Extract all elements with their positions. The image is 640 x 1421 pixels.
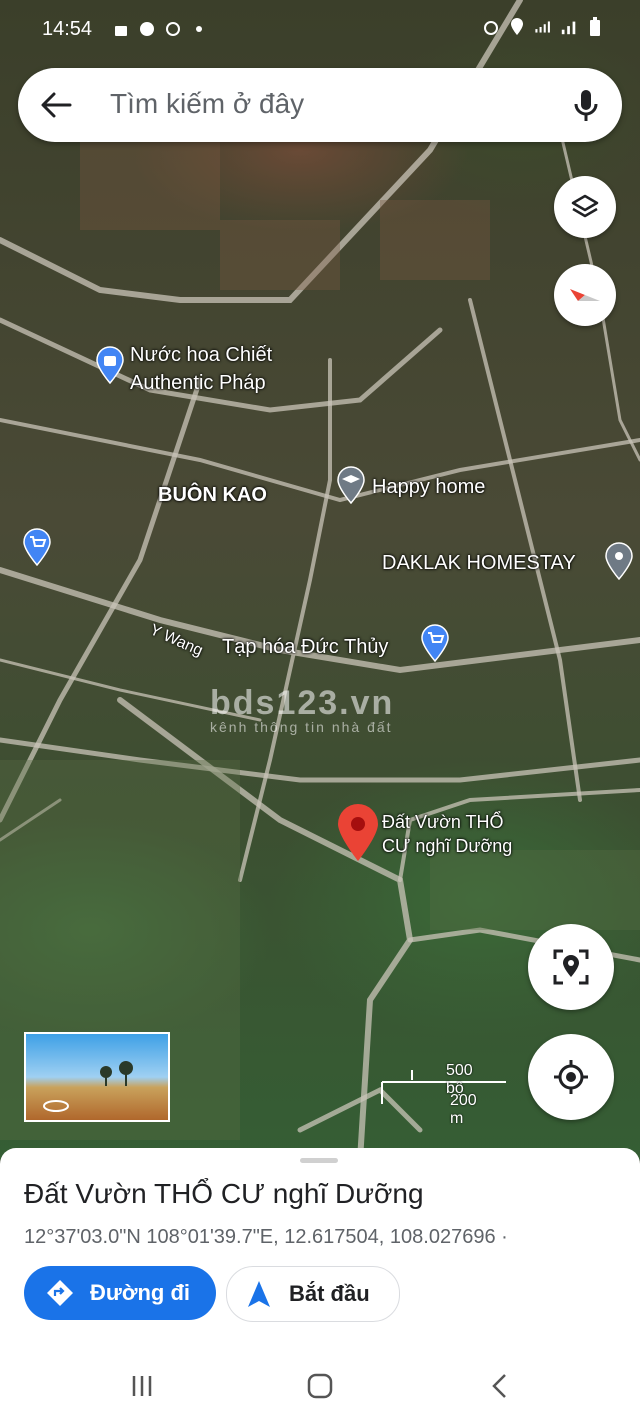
poi-label[interactable]: Nước hoa Chiết <box>130 344 272 367</box>
back-button[interactable] <box>480 1369 520 1403</box>
watermark-title: bds123.vn <box>210 684 395 722</box>
directions-icon <box>47 1280 73 1306</box>
pin-label[interactable]: Đất Vườn THỔ <box>382 812 504 833</box>
watermark: bds123.vn kênh thông tin nhà đất <box>210 684 394 735</box>
google-icon <box>164 20 182 38</box>
start-label: Bắt đầu <box>289 1281 370 1306</box>
signal-icon <box>560 18 578 36</box>
microphone-icon[interactable] <box>572 88 600 124</box>
panorama-icon <box>43 1061 133 1112</box>
pin-label[interactable]: CƯ nghĩ Dưỡng <box>382 836 512 857</box>
school-pin-icon[interactable] <box>336 466 366 504</box>
shopping-cart-pin-icon[interactable] <box>420 624 450 662</box>
watermark-subtitle: kênh thông tin nhà đất <box>210 719 393 735</box>
battery-icon <box>586 17 604 36</box>
place-title: Đất Vườn THỔ CƯ nghĩ Dưỡng <box>24 1178 424 1209</box>
street-view-thumbnail[interactable] <box>24 1032 170 1122</box>
start-button[interactable]: Bắt đầu <box>226 1266 400 1322</box>
drag-handle[interactable] <box>300 1158 338 1163</box>
area-label: BUÔN KAO <box>158 484 267 506</box>
compass-icon <box>570 289 600 301</box>
status-bar: 14:54 <box>0 0 640 62</box>
shopping-bag-pin-icon[interactable] <box>95 346 125 384</box>
navigation-arrow-icon <box>248 1281 270 1307</box>
poi-label[interactable]: Authentic Pháp <box>130 372 266 395</box>
poi-label[interactable]: DAKLAK HOMESTAY <box>382 552 576 575</box>
back-chevron-icon <box>492 1374 506 1398</box>
compass-button[interactable] <box>554 264 616 326</box>
search-bar[interactable]: Tìm kiếm ở đây <box>18 68 622 142</box>
search-input[interactable]: Tìm kiếm ở đây <box>110 88 304 120</box>
dot-icon <box>190 20 208 38</box>
alarm-icon <box>482 18 500 36</box>
crosshair-icon <box>554 1060 588 1094</box>
directions-button[interactable]: Đường đi <box>24 1266 216 1320</box>
signal-4g-icon <box>534 18 552 36</box>
place-pin-icon[interactable] <box>604 542 634 580</box>
notification-icons <box>112 20 208 38</box>
shopping-bag-icon <box>112 20 130 38</box>
layers-icon <box>571 194 599 218</box>
location-frame-icon <box>553 949 589 985</box>
system-nav-bar <box>0 1351 640 1421</box>
poi-label[interactable]: Happy home <box>372 476 485 499</box>
recent-apps-icon <box>132 1376 152 1396</box>
status-time: 14:54 <box>42 18 93 40</box>
my-location-button[interactable] <box>528 1034 614 1120</box>
place-coordinates: 12°37'03.0"N 108°01'39.7"E, 12.617504, 1… <box>24 1226 508 1248</box>
location-pin-icon[interactable] <box>336 804 380 862</box>
home-button[interactable] <box>300 1369 340 1403</box>
explore-place-button[interactable] <box>528 924 614 1010</box>
shopping-cart-pin-icon[interactable] <box>22 528 52 566</box>
place-sheet[interactable]: Đất Vườn THỔ CƯ nghĩ Dưỡng 12°37'03.0"N … <box>0 1148 640 1421</box>
home-icon <box>307 1373 333 1399</box>
poi-label[interactable]: Tạp hóa Đức Thủy <box>222 636 388 659</box>
directions-label: Đường đi <box>90 1280 190 1305</box>
scale-bar-icon <box>381 1070 506 1104</box>
back-arrow-icon[interactable] <box>40 90 72 120</box>
scale-metric: 200 m <box>450 1092 477 1127</box>
recent-apps-button[interactable] <box>122 1369 162 1403</box>
location-icon <box>508 18 526 36</box>
app-j-icon <box>138 20 156 38</box>
layers-button[interactable] <box>554 176 616 238</box>
system-icons <box>482 17 604 36</box>
